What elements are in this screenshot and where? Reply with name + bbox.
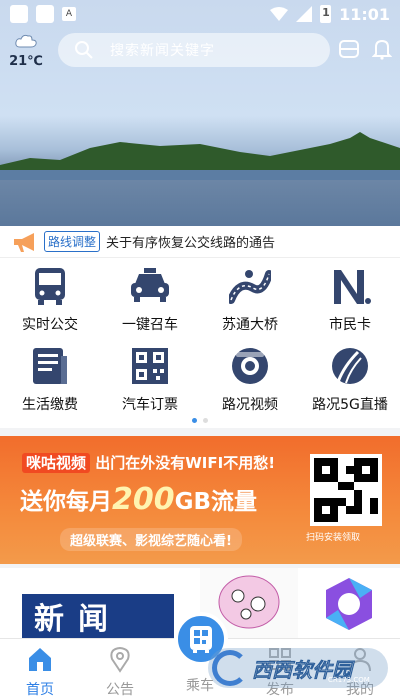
brand-label: 咪咕视频 [22, 453, 91, 473]
tab-notice[interactable]: 公告 [80, 643, 160, 699]
status-bar: A 1 11:01 [0, 0, 400, 28]
wifi-icon [270, 7, 289, 21]
bell-icon[interactable] [372, 38, 392, 60]
hero-banner: A 1 11:01 21℃ 搜索新闻关键字 [0, 0, 400, 258]
service-bus-ticket[interactable]: 汽车订票 [100, 338, 200, 416]
bus-icon [35, 268, 65, 305]
page-dot [203, 418, 208, 423]
banner-headline: 出门在外没有WIFI不用愁! [95, 454, 276, 472]
lake-scenery [0, 132, 400, 180]
bill-icon [33, 348, 67, 384]
search-input[interactable]: 搜索新闻关键字 [58, 33, 330, 67]
service-grid: 实时公交 一键召车 苏通大桥 市民卡 生活缴费 汽车订票 路况视频 路况5G直播 [0, 258, 400, 428]
service-road-5g-live[interactable]: 路况5G直播 [300, 338, 400, 416]
road-live-icon [332, 348, 368, 384]
qr-code [310, 454, 382, 526]
service-road-video[interactable]: 路况视频 [200, 338, 300, 416]
tab-home[interactable]: 首页 [0, 643, 80, 699]
bridge-icon [229, 270, 271, 304]
notification-icon [36, 5, 54, 23]
scan-icon[interactable] [338, 38, 360, 60]
promo-banner[interactable]: 咪咕视频 出门在外没有WIFI不用愁! 送你每月200GB流量 超级联赛、影视综… [0, 436, 400, 564]
banner-slogan: 超级联赛、影视综艺随心看! [60, 528, 242, 551]
notice-text: 关于有序恢复公交线路的通告 [106, 236, 276, 251]
taxi-icon [131, 268, 169, 302]
notification-icon [10, 5, 28, 23]
notice-tag: 路线调整 [44, 231, 101, 252]
cloud-icon [15, 34, 37, 48]
megaphone-icon [14, 232, 34, 252]
service-sutong-bridge[interactable]: 苏通大桥 [200, 258, 300, 336]
search-icon [75, 41, 93, 59]
notice-bar[interactable]: 路线调整 关于有序恢复公交线路的通告 [0, 226, 400, 258]
app-logo-icon [326, 578, 372, 630]
app-logo-card[interactable] [300, 568, 400, 638]
news-card[interactable]: 新闻 [0, 568, 198, 638]
page-indicator [0, 418, 400, 423]
app-badge-icon: A [62, 7, 76, 21]
qr-caption: 扫码安装领取 [306, 533, 361, 543]
watermark-logo-icon [212, 650, 248, 686]
bus-qr-icon [190, 626, 212, 653]
home-icon [29, 648, 51, 671]
watermark-sub: CR173.COM [328, 676, 370, 684]
search-placeholder: 搜索新闻关键字 [110, 43, 215, 59]
service-realtime-bus[interactable]: 实时公交 [0, 258, 100, 336]
offer-prefix: 送你每月 [20, 489, 112, 515]
service-life-bill[interactable]: 生活缴费 [0, 338, 100, 416]
camera-icon [232, 348, 268, 384]
citizen-card-icon [334, 270, 371, 304]
clock: 11:01 [339, 4, 390, 24]
offer-amount: 200 [112, 482, 175, 517]
sticker-image [218, 575, 280, 629]
offer-suffix: GB流量 [174, 489, 258, 515]
battery-icon: 1 [320, 5, 332, 23]
service-citizen-card[interactable]: 市民卡 [300, 258, 400, 336]
signal-icon [296, 6, 313, 22]
watermark: 西西软件园 CR173.COM [208, 648, 388, 688]
service-call-taxi[interactable]: 一键召车 [100, 258, 200, 336]
temperature: 21℃ [9, 54, 43, 69]
page-dot-active [192, 418, 197, 423]
ticket-qr-icon [132, 348, 168, 384]
news-title: 新闻 [22, 594, 174, 638]
location-icon [110, 646, 130, 673]
weather-widget[interactable]: 21℃ [6, 33, 46, 69]
